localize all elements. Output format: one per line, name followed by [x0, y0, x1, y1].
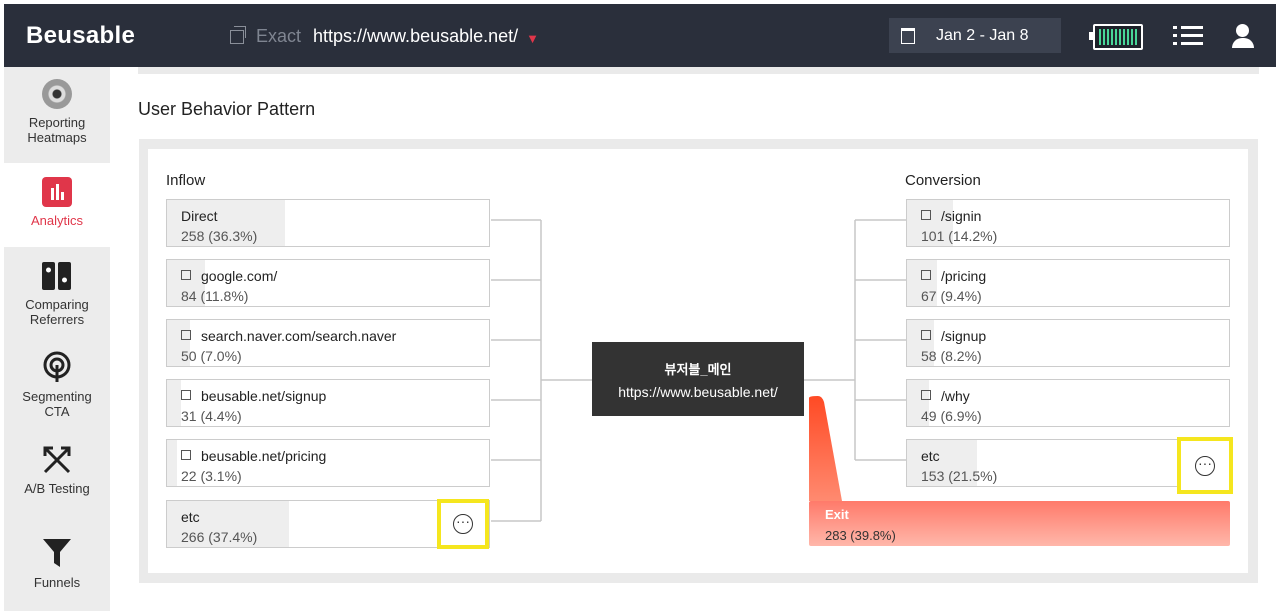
inflow-stat: 258 (36.3%): [181, 228, 258, 244]
conversion-title: Conversion: [905, 172, 981, 189]
conversion-card-signup[interactable]: /signup 58 (8.2%): [906, 319, 1230, 367]
external-link-icon: [181, 270, 191, 280]
inflow-card-direct[interactable]: Direct 258 (36.3%): [166, 199, 490, 247]
external-link-icon: [181, 390, 191, 400]
inflow-card-pricing[interactable]: beusable.net/pricing 22 (3.1%): [166, 439, 490, 487]
more-options-icon: ···: [1195, 455, 1215, 476]
conversion-stat: 67 (9.4%): [921, 288, 982, 304]
external-link-icon: [921, 270, 931, 280]
conversion-name: /pricing: [941, 268, 987, 284]
inflow-card-naver[interactable]: search.naver.com/search.naver 50 (7.0%): [166, 319, 490, 367]
external-link-icon: [921, 330, 931, 340]
conversion-stat: 153 (21.5%): [921, 468, 998, 484]
conversion-stat: 58 (8.2%): [921, 348, 982, 364]
conversion-name: /signup: [941, 328, 987, 344]
inflow-stat: 50 (7.0%): [181, 348, 242, 364]
exit-stat: 283 (39.8%): [825, 528, 896, 543]
conversion-card-signin[interactable]: /signin 101 (14.2%): [906, 199, 1230, 247]
center-page-node[interactable]: 뷰저블_메인 https://www.beusable.net/: [592, 342, 804, 416]
exit-label: Exit: [825, 507, 849, 522]
conversion-stat: 101 (14.2%): [921, 228, 998, 244]
external-link-icon: [181, 330, 191, 340]
inflow-stat: 31 (4.4%): [181, 408, 242, 424]
inflow-stat: 22 (3.1%): [181, 468, 242, 484]
inflow-name: google.com/: [201, 268, 278, 284]
external-link-icon: [921, 210, 931, 220]
inflow-card-google[interactable]: google.com/ 84 (11.8%): [166, 259, 490, 307]
inflow-card-signup[interactable]: beusable.net/signup 31 (4.4%): [166, 379, 490, 427]
center-node-url: https://www.beusable.net/: [618, 384, 778, 400]
external-link-icon: [921, 390, 931, 400]
inflow-name: beusable.net/pricing: [201, 448, 327, 464]
conversion-stat: 49 (6.9%): [921, 408, 982, 424]
external-link-icon: [181, 450, 191, 460]
conversion-name: /signin: [941, 208, 982, 224]
inflow-stat: 84 (11.8%): [181, 288, 249, 304]
conversion-name: etc: [921, 448, 940, 464]
inflow-name: beusable.net/signup: [201, 388, 327, 404]
conversion-more-button[interactable]: ···: [1177, 437, 1233, 494]
inflow-stat: 266 (37.4%): [181, 529, 258, 545]
conversion-card-why[interactable]: /why 49 (6.9%): [906, 379, 1230, 427]
center-node-title: 뷰저블_메인: [664, 362, 732, 377]
inflow-more-button[interactable]: ···: [437, 499, 489, 549]
inflow-name: search.naver.com/search.naver: [201, 328, 397, 344]
inflow-name: Direct: [181, 208, 218, 224]
more-options-icon: ···: [453, 514, 473, 534]
conversion-card-pricing[interactable]: /pricing 67 (9.4%): [906, 259, 1230, 307]
conversion-name: /why: [941, 388, 970, 404]
inflow-name: etc: [181, 509, 200, 525]
inflow-title: Inflow: [166, 172, 206, 189]
